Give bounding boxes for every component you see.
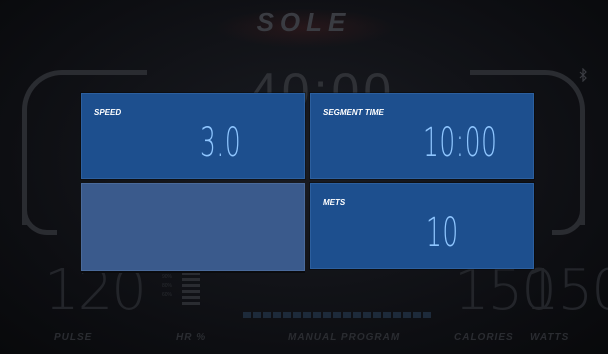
calories-label: CALORIES — [454, 332, 514, 343]
program-profile-bar — [243, 312, 433, 318]
right-track-arc-lower — [552, 150, 585, 235]
hr-percent-label: HR % — [176, 332, 207, 343]
segment-time-value: 10:00 — [423, 120, 498, 166]
hr-zone-percentages: 90% 80% 60% — [162, 274, 173, 298]
watts-label: WATTS — [530, 332, 570, 343]
speed-label: SPEED — [94, 108, 122, 117]
pulse-label: PULSE — [54, 332, 93, 343]
segment-time-panel[interactable]: SEGMENT TIME 10:00 — [310, 93, 534, 179]
speed-panel[interactable]: SPEED 3.0 — [81, 93, 305, 179]
mets-label: METS — [323, 198, 346, 207]
brand-logo: SOLE — [256, 7, 352, 37]
speed-value: 3.0 — [200, 120, 242, 166]
hr-zone-bars — [182, 272, 200, 308]
watts-value: 150 — [524, 258, 608, 323]
mets-value: 10 — [426, 210, 459, 256]
left-track-arc-lower — [22, 150, 57, 235]
segment-time-label: SEGMENT TIME — [323, 108, 384, 117]
program-label: MANUAL PROGRAM — [288, 332, 401, 343]
empty-panel[interactable] — [81, 183, 305, 271]
treadmill-console-screen: SOLE 40:00 120 PULSE 90% 80% 60% HR % MA… — [0, 0, 608, 354]
mets-panel[interactable]: METS 10 — [310, 183, 534, 269]
bluetooth-icon — [578, 67, 588, 85]
